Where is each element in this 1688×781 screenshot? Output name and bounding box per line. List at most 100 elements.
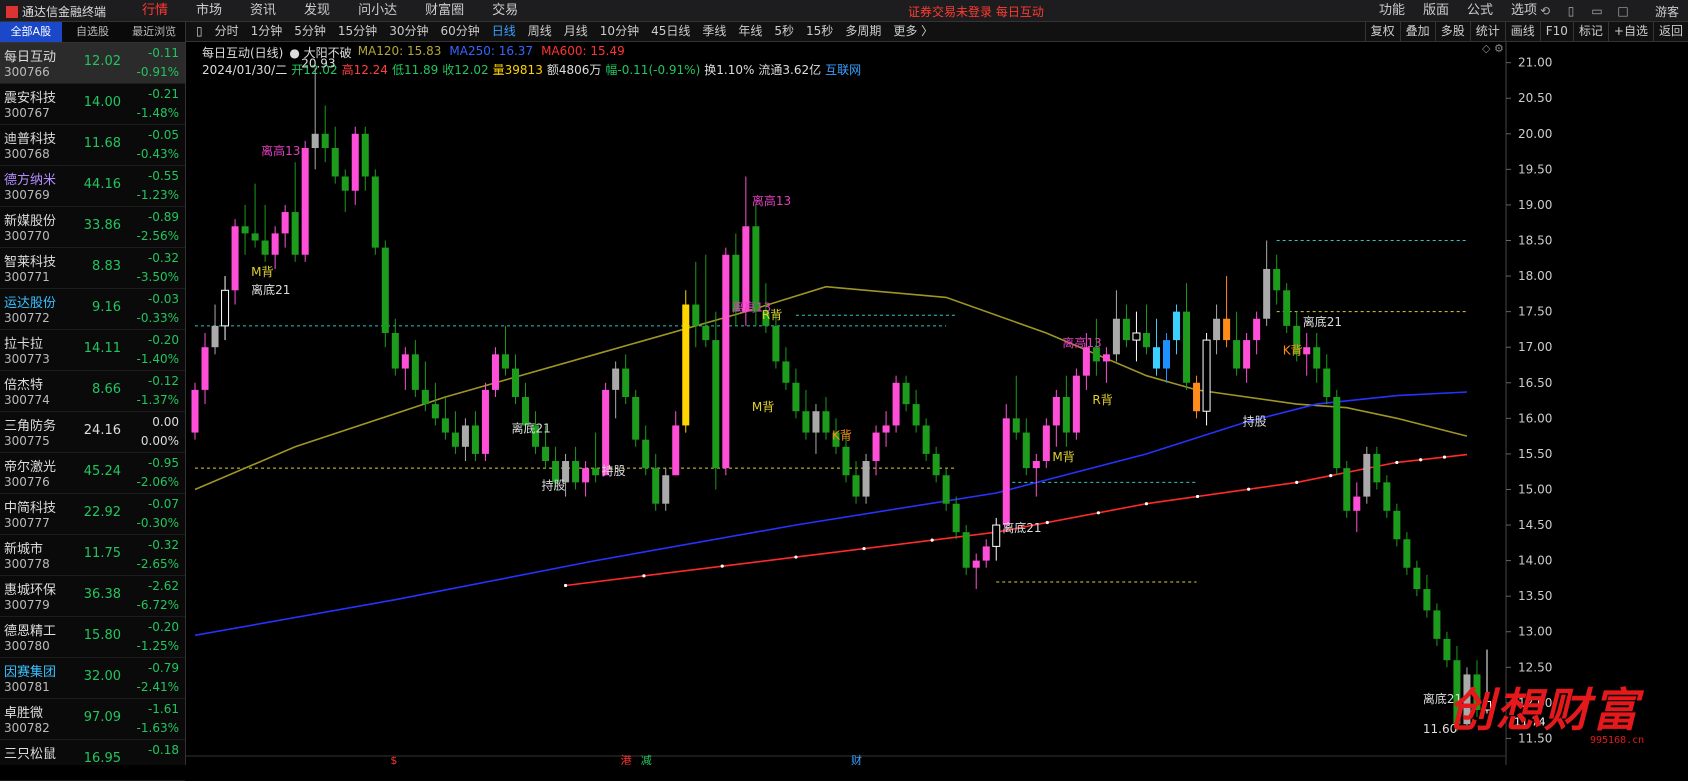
- y-tick-label: 12.50: [1518, 660, 1552, 674]
- period-tab-2[interactable]: 5分钟: [288, 22, 332, 41]
- period-tab-5[interactable]: 60分钟: [434, 22, 485, 41]
- stock-code: 300773: [4, 352, 50, 366]
- period-tab-10[interactable]: 45日线: [645, 22, 696, 41]
- chart-tool-7[interactable]: +自选: [1607, 22, 1653, 41]
- stock-row[interactable]: 三只松鼠 16.95 -0.18: [0, 740, 185, 781]
- period-tab-4[interactable]: 30分钟: [383, 22, 434, 41]
- stock-name: 新媒股份: [4, 214, 57, 229]
- chart-tool-4[interactable]: 画线: [1504, 22, 1540, 41]
- stock-row[interactable]: 智莱科技 300771 8.83 -0.32 -3.50%: [0, 248, 185, 289]
- period-tab-13[interactable]: 5秒: [768, 22, 800, 41]
- candle-body: [1042, 425, 1050, 462]
- stock-row[interactable]: 卓胜微 300782 97.09 -1.61 -1.63%: [0, 699, 185, 740]
- stock-row[interactable]: 震安科技 300767 14.00 -0.21 -1.48%: [0, 84, 185, 125]
- period-toolbar: ▯ 分时 1分钟 5分钟 15分钟 30分钟 60分钟 日线 周线 月线 10分钟 45日线 季线 年线 5…: [186, 22, 1688, 42]
- chart-tool-8[interactable]: 返回: [1652, 22, 1688, 41]
- stock-row[interactable]: 三角防务 300775 24.16 0.00 0.00%: [0, 412, 185, 453]
- period-tab-11[interactable]: 季线: [696, 22, 732, 41]
- stock-row[interactable]: 新城市 300778 11.75 -0.32 -2.65%: [0, 535, 185, 576]
- chart-tool-1[interactable]: 叠加: [1399, 22, 1435, 41]
- stock-price: 22.92: [83, 505, 121, 520]
- diamond-icon: ◇: [1482, 42, 1491, 55]
- chart-tool-6[interactable]: 标记: [1572, 22, 1608, 41]
- menu-item-2[interactable]: 资讯: [236, 0, 290, 22]
- candle-body: [952, 503, 960, 533]
- stock-row[interactable]: 每日互动 300766 12.02 -0.11 -0.91%: [0, 43, 185, 84]
- event-marker: 港: [621, 754, 632, 765]
- stock-list-tab-1[interactable]: 自选股: [62, 22, 124, 42]
- stock-list-tab-2[interactable]: 最近浏览: [123, 22, 185, 42]
- y-tick-label: 17.00: [1518, 340, 1552, 354]
- menu-item-5[interactable]: 财富圈: [411, 0, 478, 22]
- candle-body: [1283, 290, 1291, 326]
- period-tab-0[interactable]: 分时: [209, 22, 245, 41]
- candle-body: [261, 240, 269, 255]
- period-tab-7[interactable]: 周线: [522, 22, 558, 41]
- menu-item-4[interactable]: 问小达: [344, 0, 411, 22]
- layout-toggle-icon[interactable]: ▯: [190, 22, 209, 41]
- period-tab-9[interactable]: 10分钟: [594, 22, 645, 41]
- event-marker: $: [390, 754, 397, 765]
- kline-chart[interactable]: 21.00 20.50 20.00 19.50 19.00 18.50 18.00 17.50…: [186, 42, 1688, 765]
- y-tick-label: 16.00: [1518, 411, 1552, 425]
- minimize-icon[interactable]: ▭: [1584, 0, 1610, 22]
- menu-item-6[interactable]: 交易: [478, 0, 532, 22]
- event-marker: 财: [851, 753, 862, 765]
- chart-tool-2[interactable]: 多股: [1434, 22, 1470, 41]
- period-tab-6[interactable]: 日线: [486, 22, 522, 41]
- candle-body: [1052, 397, 1060, 426]
- menu-item-3[interactable]: 发现: [290, 0, 344, 22]
- period-tab-14[interactable]: 15秒: [800, 22, 839, 41]
- stock-row[interactable]: 倍杰特 300774 8.66 -0.12 -1.37%: [0, 371, 185, 412]
- stock-change: -1.61: [147, 702, 179, 716]
- stock-code: 300780: [4, 639, 50, 653]
- stock-row[interactable]: 惠城环保 300779 36.38 -2.62 -6.72%: [0, 576, 185, 617]
- stock-row[interactable]: 运达股份 300772 9.16 -0.03 -0.33%: [0, 289, 185, 330]
- candle-body: [291, 212, 299, 255]
- period-tab-16[interactable]: 更多 〉: [887, 22, 939, 41]
- period-tab-8[interactable]: 月线: [558, 22, 594, 41]
- menu-item-0[interactable]: 行情: [128, 0, 182, 22]
- phone-icon[interactable]: ▯: [1558, 0, 1584, 22]
- candle-body: [441, 418, 449, 433]
- maximize-icon[interactable]: □: [1610, 0, 1636, 22]
- stock-row[interactable]: 拉卡拉 300773 14.11 -0.20 -1.40%: [0, 330, 185, 371]
- stock-code: 300775: [4, 434, 50, 448]
- period-tab-12[interactable]: 年线: [732, 22, 768, 41]
- stock-list-tabs: 全部A股 自选股 最近浏览: [0, 22, 185, 43]
- period-tab-3[interactable]: 15分钟: [332, 22, 383, 41]
- window-controls: ⟲ ▯ ▭ □: [1532, 0, 1636, 22]
- stock-row[interactable]: 帝尔激光 300776 45.24 -0.95 -2.06%: [0, 453, 185, 494]
- stock-code: 300770: [4, 229, 50, 243]
- stock-row[interactable]: 迪普科技 300768 11.68 -0.05 -0.43%: [0, 125, 185, 166]
- chart-tool-3[interactable]: 统计: [1469, 22, 1505, 41]
- stock-code: 300769: [4, 188, 50, 202]
- candle-body: [882, 425, 890, 433]
- candle-body: [201, 347, 209, 390]
- signal-label: 持股: [1243, 413, 1267, 428]
- menu-item-1[interactable]: 市场: [182, 0, 236, 22]
- candle-body: [702, 325, 710, 341]
- stock-row[interactable]: 新媒股份 300770 33.86 -0.89 -2.56%: [0, 207, 185, 248]
- stock-row[interactable]: 中简科技 300777 22.92 -0.07 -0.30%: [0, 494, 185, 535]
- period-tab-1[interactable]: 1分钟: [245, 22, 289, 41]
- stock-row[interactable]: 德方纳米 300769 44.16 -0.55 -1.23%: [0, 166, 185, 207]
- stock-code: 300778: [4, 557, 50, 571]
- login-status[interactable]: 证券交易未登录 每日互动: [908, 3, 1044, 20]
- stock-list-tab-0[interactable]: 全部A股: [0, 22, 62, 42]
- right-menu-item-2[interactable]: 公式: [1458, 0, 1502, 22]
- stock-change: -2.62: [147, 579, 179, 593]
- right-menu-item-1[interactable]: 版面: [1414, 0, 1458, 22]
- candle-body: [461, 425, 469, 447]
- ma600-line: [565, 453, 1468, 587]
- chart-tool-5[interactable]: F10: [1539, 22, 1573, 41]
- refresh-icon[interactable]: ⟲: [1532, 0, 1558, 22]
- chart-tool-0[interactable]: 复权: [1364, 22, 1400, 41]
- candle-body: [1112, 318, 1120, 355]
- stock-row[interactable]: 因赛集团 300781 32.00 -0.79 -2.41%: [0, 658, 185, 699]
- right-menu-item-0[interactable]: 功能: [1370, 0, 1414, 22]
- stock-row[interactable]: 德恩精工 300780 15.80 -0.20 -1.25%: [0, 617, 185, 658]
- stock-price: 32.00: [83, 669, 121, 684]
- guest-account[interactable]: 游客: [1655, 3, 1679, 20]
- period-tab-15[interactable]: 多周期: [839, 22, 887, 41]
